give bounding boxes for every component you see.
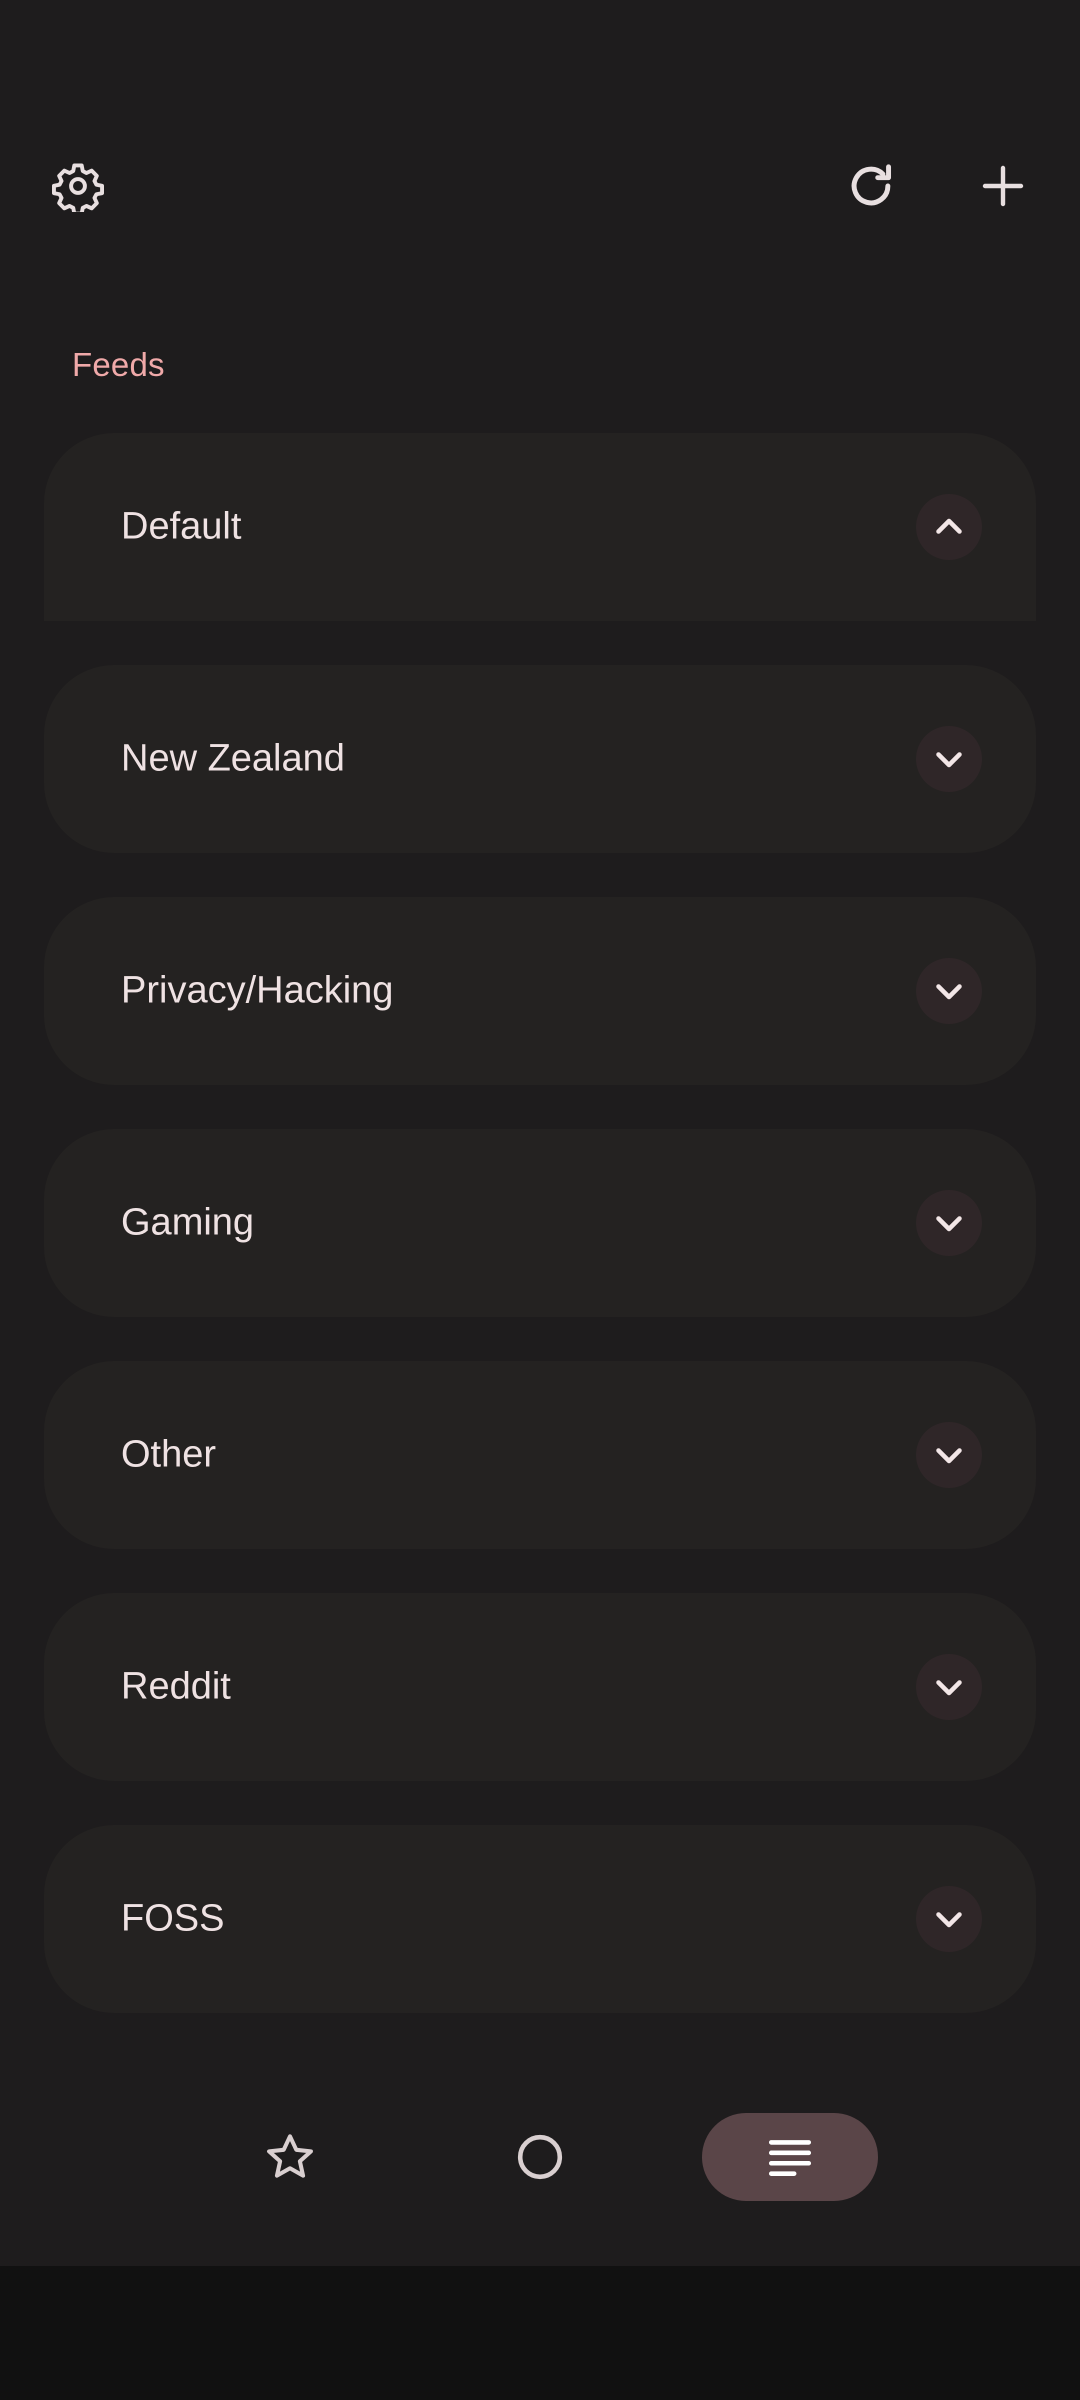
chevron-down-icon bbox=[936, 1912, 962, 1928]
star-icon bbox=[267, 2134, 313, 2178]
feed-group-label: FOSS bbox=[121, 1897, 225, 1940]
expand-button[interactable] bbox=[916, 1190, 982, 1256]
expand-button[interactable] bbox=[916, 726, 982, 792]
chevron-up-icon bbox=[936, 518, 962, 534]
add-button[interactable] bbox=[955, 138, 1051, 234]
refresh-icon bbox=[851, 164, 892, 206]
section-title: Feeds bbox=[72, 346, 165, 383]
chevron-down-icon bbox=[936, 984, 962, 1000]
chevron-down-icon bbox=[936, 1216, 962, 1232]
nav-unread[interactable] bbox=[452, 2113, 628, 2201]
settings-button[interactable] bbox=[30, 138, 126, 234]
feed-group-foss[interactable]: FOSS bbox=[44, 1825, 1036, 2013]
expand-button[interactable] bbox=[916, 1886, 982, 1952]
feed-group-label: Gaming bbox=[121, 1201, 255, 1244]
gear-icon bbox=[52, 163, 104, 212]
feed-group-privacy-hacking[interactable]: Privacy/Hacking bbox=[44, 897, 1036, 1085]
nav-starred[interactable] bbox=[202, 2113, 378, 2201]
collapse-button[interactable] bbox=[916, 494, 982, 560]
expand-button[interactable] bbox=[916, 1654, 982, 1720]
list-icon bbox=[768, 2140, 812, 2176]
feed-group-label: Privacy/Hacking bbox=[121, 969, 394, 1012]
feed-group-label: Default bbox=[121, 505, 242, 548]
system-navigation-bar bbox=[0, 2266, 1080, 2400]
feed-group-label: Reddit bbox=[121, 1665, 231, 1708]
nav-all-feeds[interactable] bbox=[702, 2113, 878, 2201]
feed-group-default[interactable]: Default bbox=[44, 433, 1036, 621]
chevron-down-icon bbox=[936, 1680, 962, 1696]
feed-group-label: Other bbox=[121, 1433, 217, 1476]
feed-group-list: Default New Zealand Privacy/Hacking Gami… bbox=[44, 433, 1036, 2057]
feed-group-other[interactable]: Other bbox=[44, 1361, 1036, 1549]
chevron-down-icon bbox=[936, 1448, 962, 1464]
expand-button[interactable] bbox=[916, 1422, 982, 1488]
refresh-button[interactable] bbox=[823, 138, 919, 234]
feed-group-gaming[interactable]: Gaming bbox=[44, 1129, 1036, 1317]
feed-group-label: New Zealand bbox=[121, 737, 345, 780]
bottom-navigation bbox=[0, 2068, 1080, 2268]
chevron-down-icon bbox=[936, 752, 962, 768]
top-app-bar bbox=[0, 0, 1080, 260]
expand-button[interactable] bbox=[916, 958, 982, 1024]
feed-group-new-zealand[interactable]: New Zealand bbox=[44, 665, 1036, 853]
circle-icon bbox=[517, 2134, 563, 2180]
plus-icon bbox=[982, 165, 1024, 207]
feed-group-reddit[interactable]: Reddit bbox=[44, 1593, 1036, 1781]
